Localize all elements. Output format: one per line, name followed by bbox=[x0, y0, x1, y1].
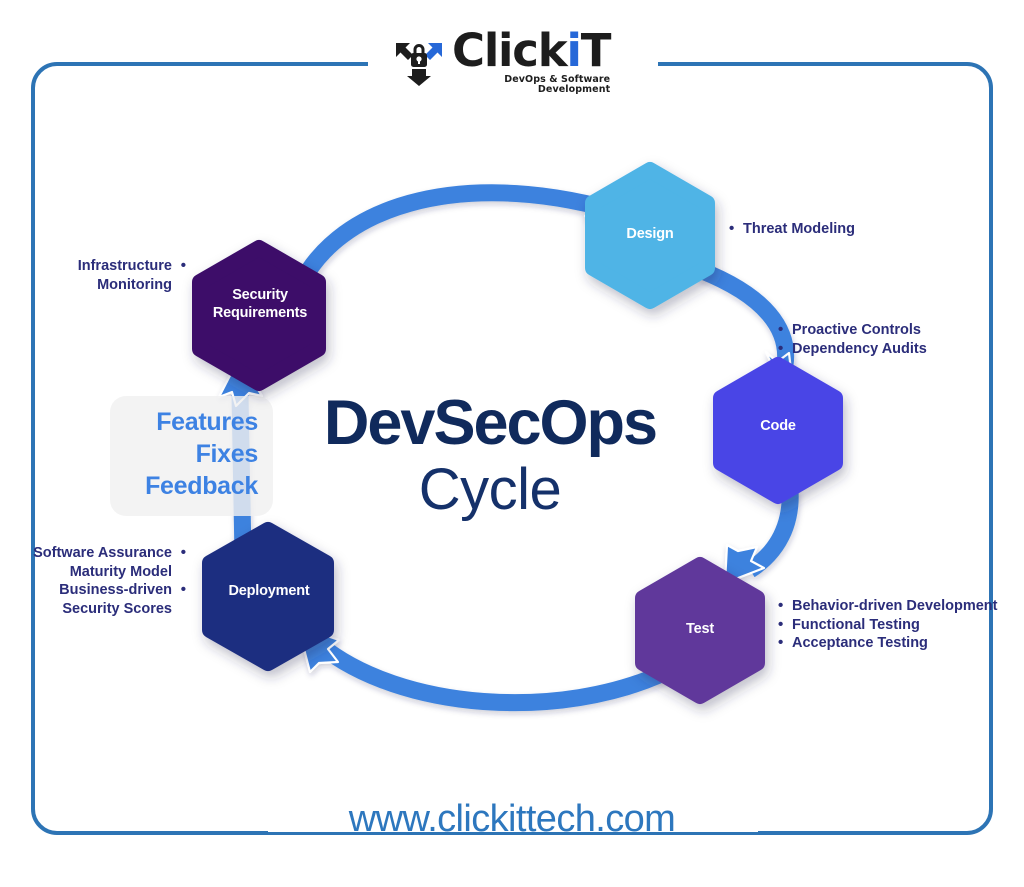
list-item: Software Assurance Maturity Model bbox=[26, 543, 186, 581]
infographic-poster: ClickiT DevOps & Software Development Se… bbox=[0, 0, 1024, 887]
feature-line-features: Features bbox=[156, 408, 258, 436]
arrow-code-to-test bbox=[723, 489, 799, 585]
annotation-infrastructure-list: Infrastructure Monitoring bbox=[44, 256, 186, 294]
annotation-software-list: Software Assurance Maturity Model Busine… bbox=[26, 543, 186, 618]
title-main: DevSecOps bbox=[323, 388, 658, 458]
list-item: Threat Modeling bbox=[729, 219, 949, 239]
page-title: DevSecOps Cycle bbox=[284, 392, 696, 522]
list-item: Infrastructure Monitoring bbox=[44, 256, 186, 294]
arrow-test-to-deployment bbox=[296, 624, 672, 712]
hexagon-code[interactable] bbox=[713, 357, 843, 504]
feature-line-fixes: Fixes bbox=[195, 439, 259, 468]
hexagon-design[interactable] bbox=[585, 162, 715, 309]
list-item: Functional Testing bbox=[778, 615, 998, 635]
hexagon-test[interactable] bbox=[635, 557, 765, 704]
annotation-infrastructure: Infrastructure Monitoring bbox=[44, 256, 186, 294]
annotation-test: Behavior-driven Development Functional T… bbox=[778, 596, 998, 653]
features-fixes-feedback-text: Features Fixes Feedback bbox=[108, 407, 258, 502]
list-item: Acceptance Testing bbox=[778, 633, 998, 653]
footer-website-url[interactable]: www.clickittech.com bbox=[0, 798, 1024, 841]
hexagon-security-requirements[interactable] bbox=[192, 240, 326, 391]
list-item: Behavior-driven Development bbox=[778, 596, 998, 616]
annotation-software-assurance: Software Assurance Maturity Model Busine… bbox=[26, 543, 186, 618]
list-item: Dependency Audits bbox=[778, 339, 998, 359]
hexagon-deployment[interactable] bbox=[202, 522, 334, 671]
feature-line-feedback: Feedback bbox=[145, 471, 258, 500]
list-item: Proactive Controls bbox=[778, 320, 998, 340]
annotation-code: Proactive Controls Dependency Audits bbox=[778, 320, 998, 359]
annotation-threat-list: Threat Modeling bbox=[729, 219, 949, 239]
annotation-code-list: Proactive Controls Dependency Audits bbox=[778, 320, 998, 359]
annotation-test-list: Behavior-driven Development Functional T… bbox=[778, 596, 998, 653]
arrow-security-to-design bbox=[287, 184, 635, 301]
title-sub: Cycle bbox=[418, 457, 562, 522]
annotation-threat-modeling: Threat Modeling bbox=[729, 219, 949, 239]
list-item: Business-driven Security Scores bbox=[26, 580, 186, 618]
